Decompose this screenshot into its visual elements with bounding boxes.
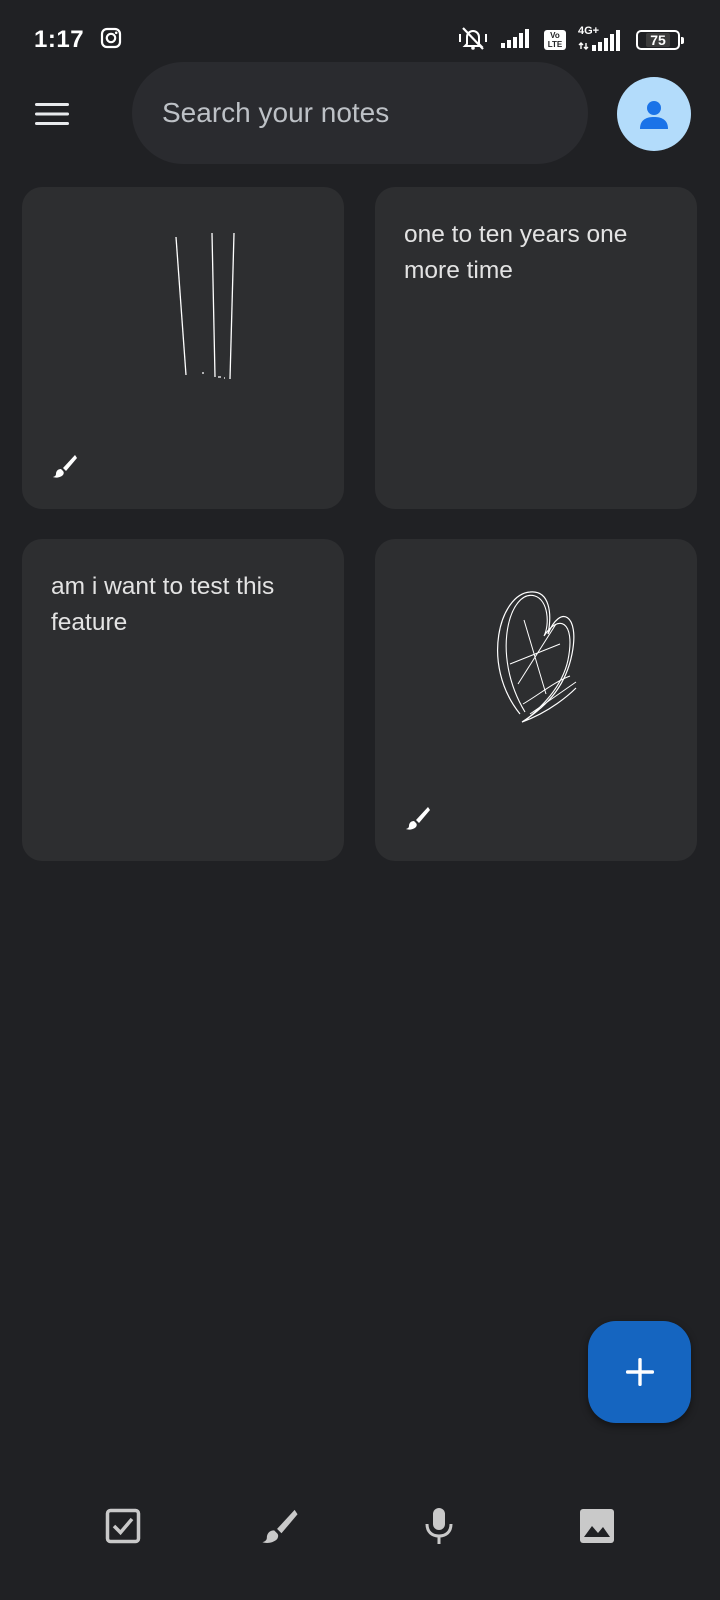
- search-input[interactable]: [162, 97, 588, 129]
- volte-bottom: LTE: [547, 40, 563, 49]
- note-card-text-2[interactable]: am i want to test this feature: [22, 539, 344, 861]
- volte-icon: Vo LTE: [544, 30, 566, 50]
- note-card-drawing-1[interactable]: [22, 187, 344, 509]
- status-left: 1:17: [34, 26, 122, 54]
- bottom-action-bar: [0, 1490, 720, 1562]
- account-icon: [640, 101, 668, 129]
- new-audio-button[interactable]: [407, 1490, 471, 1562]
- note-sketch-lines: [175, 232, 235, 380]
- status-time: 1:17: [34, 26, 85, 53]
- signal-4g-icon: 4G+: [578, 25, 624, 52]
- notes-screen: 1:17 Vo LTE 4G+ 75 Search your notes one…: [0, 0, 720, 1600]
- image-icon: [580, 1509, 614, 1543]
- new-list-button[interactable]: [91, 1490, 155, 1562]
- volte-top: Vo: [550, 31, 560, 40]
- signal-icon: [500, 27, 532, 54]
- plus-icon: [625, 1358, 654, 1386]
- status-right: Vo LTE 4G+ 75: [458, 25, 684, 56]
- search-bar[interactable]: [132, 62, 588, 164]
- note-card-text-1[interactable]: one to ten years one more time: [375, 187, 697, 509]
- checkbox-icon: [105, 1508, 141, 1544]
- vibrate-silent-icon: [458, 25, 488, 56]
- new-image-button[interactable]: [565, 1490, 629, 1562]
- account-avatar[interactable]: [617, 77, 691, 151]
- note-sketch-scribble: [497, 591, 577, 723]
- instagram-icon: [100, 27, 122, 54]
- microphone-icon: [425, 1508, 453, 1544]
- hamburger-menu-icon: [35, 103, 69, 125]
- brush-icon: [53, 455, 77, 478]
- battery-level: 75: [646, 33, 670, 47]
- note-text: am i want to test this feature: [51, 573, 275, 636]
- brush-icon: [406, 807, 430, 830]
- menu-button[interactable]: [28, 90, 76, 138]
- create-note-button[interactable]: [588, 1321, 691, 1423]
- brush-icon: [262, 1509, 298, 1543]
- note-text: one to ten years one more time: [404, 221, 628, 284]
- battery-icon: 75: [636, 30, 684, 50]
- note-card-drawing-2[interactable]: [375, 539, 697, 861]
- new-drawing-button[interactable]: [248, 1490, 312, 1562]
